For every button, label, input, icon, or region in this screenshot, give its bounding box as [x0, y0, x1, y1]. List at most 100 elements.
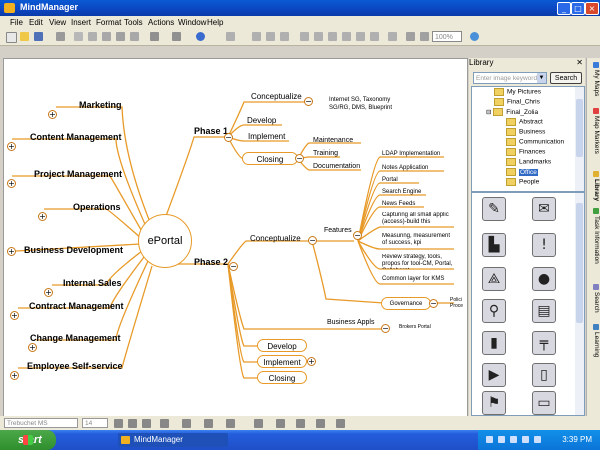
topic-internal-sales[interactable]: Internal Sales — [63, 278, 122, 288]
collapse-icon[interactable]: − — [229, 262, 238, 271]
tree-item[interactable]: ⊟ Final_Zolia — [486, 108, 538, 117]
filter-icon[interactable] — [388, 32, 397, 41]
topic-phase1-conceptualize[interactable]: Conceptualize — [251, 92, 302, 101]
expand-icon[interactable]: + — [307, 357, 316, 366]
tray-icon[interactable] — [486, 436, 493, 443]
feature-item[interactable]: Notes Application — [382, 165, 428, 171]
format-painter-icon[interactable] — [116, 32, 125, 41]
envelope-icon[interactable]: ✉ — [532, 197, 556, 221]
grid-scrollbar[interactable] — [575, 193, 584, 415]
topic-phase2-develop[interactable]: Develop — [257, 339, 307, 352]
subtopic-icon[interactable] — [252, 32, 261, 41]
zoom-in-icon[interactable] — [406, 32, 415, 41]
feature-item[interactable]: Search Engine — [382, 189, 421, 195]
zoom-out-icon[interactable] — [420, 32, 429, 41]
topic-phase2-implement[interactable]: Implement — [257, 355, 307, 368]
tree-item[interactable]: Communication — [506, 138, 564, 146]
topic-contract-management[interactable]: Contract Management — [29, 301, 124, 311]
stapler-icon[interactable]: ▙ — [482, 233, 506, 257]
hyperlink-icon[interactable] — [328, 32, 337, 41]
image-icon[interactable] — [370, 32, 379, 41]
glue-icon[interactable]: ▮ — [482, 331, 506, 355]
expand-icon[interactable]: + — [10, 371, 19, 380]
expand-icon[interactable]: + — [48, 110, 57, 119]
feature-item[interactable]: Portal — [382, 177, 398, 183]
feature-item[interactable]: Capturing all small applic (access)-buil… — [382, 212, 454, 227]
web-icon[interactable] — [470, 32, 479, 41]
tab-learning[interactable]: Learning — [588, 324, 600, 357]
menu-format[interactable]: Format — [96, 18, 121, 27]
relationship-icon[interactable] — [314, 32, 323, 41]
boundary-icon[interactable] — [300, 32, 309, 41]
tree-item-selected[interactable]: Office — [506, 168, 538, 176]
tree-item[interactable]: Business — [506, 128, 545, 136]
feature-item[interactable]: Common layer for KMS — [382, 276, 444, 282]
help-icon[interactable] — [196, 32, 205, 41]
compass-icon[interactable]: ⟁ — [482, 267, 506, 291]
map-canvas[interactable]: ePortal Marketing + Content Management +… — [3, 58, 468, 418]
lamp-icon[interactable]: ⚑ — [482, 391, 506, 415]
expand-icon[interactable]: + — [7, 247, 16, 256]
cut-icon[interactable] — [74, 32, 83, 41]
undo-icon[interactable] — [150, 32, 159, 41]
menu-window[interactable]: Window — [178, 18, 206, 27]
menu-view[interactable]: View — [49, 18, 66, 27]
globe-icon[interactable]: ● — [532, 267, 556, 291]
calendar-icon[interactable]: ▤ — [532, 299, 556, 323]
connector-icon[interactable] — [336, 419, 345, 428]
topic-business-development[interactable]: Business Development — [24, 245, 123, 255]
tree-item[interactable]: Final_Chris — [494, 98, 540, 106]
expand-icon[interactable]: + — [28, 343, 37, 352]
start-button[interactable]: start — [0, 430, 56, 450]
callout-icon[interactable] — [266, 32, 275, 41]
delete-icon[interactable] — [130, 32, 139, 41]
save-icon[interactable] — [34, 32, 43, 41]
tray-icon[interactable] — [534, 436, 541, 443]
copy-icon[interactable] — [88, 32, 97, 41]
topic-phase1[interactable]: Phase 1 — [194, 126, 228, 136]
expand-icon[interactable]: + — [44, 288, 53, 297]
pen-icon[interactable]: ✎ — [482, 197, 506, 221]
topic-governance[interactable]: Governance — [381, 297, 431, 310]
tab-map-markers[interactable]: Map Markers — [588, 108, 600, 154]
menu-insert[interactable]: Insert — [71, 18, 91, 27]
menu-file[interactable]: File — [10, 18, 23, 27]
maximize-button[interactable]: □ — [571, 2, 585, 15]
topic-shape-icon[interactable] — [254, 419, 263, 428]
align-icon[interactable] — [160, 419, 169, 428]
tree-item[interactable]: Finances — [506, 148, 545, 156]
topic-brokers-portal[interactable]: Brokers Portal — [399, 324, 431, 330]
tray-icon[interactable] — [510, 436, 517, 443]
governance-note[interactable]: Polici Proce — [450, 297, 466, 309]
topic-training[interactable]: Training — [313, 150, 338, 157]
tab-library[interactable]: Library — [588, 171, 600, 201]
topic-operations[interactable]: Operations — [73, 202, 121, 212]
tray-icon[interactable] — [522, 436, 529, 443]
glass-icon[interactable]: ▯ — [532, 363, 556, 387]
tab-search[interactable]: Search — [588, 284, 600, 313]
topic-phase2-conceptualize[interactable]: Conceptualize — [250, 234, 301, 243]
expand-icon[interactable]: + — [7, 179, 16, 188]
search-input[interactable]: Enter image keyword — [473, 72, 547, 84]
menu-tools[interactable]: Tools — [124, 18, 143, 27]
insert-topic-icon[interactable] — [226, 32, 235, 41]
print-icon[interactable] — [56, 32, 65, 41]
zoom-select[interactable]: 100% — [432, 31, 462, 42]
collapse-icon[interactable]: − — [429, 299, 438, 308]
topic-change-management[interactable]: Change Management — [30, 333, 121, 343]
font-color-icon[interactable] — [182, 419, 191, 428]
taskbar-item-mindmanager[interactable]: MindManager — [118, 433, 228, 447]
expand-icon[interactable]: + — [38, 212, 47, 221]
line-width-icon[interactable] — [316, 419, 325, 428]
expand-icon[interactable]: + — [10, 311, 19, 320]
topic-phase2[interactable]: Phase 2 — [194, 257, 228, 267]
tab-my-maps[interactable]: My Maps — [588, 62, 600, 96]
tree-item[interactable]: Landmarks — [506, 158, 551, 166]
close-button[interactable]: × — [585, 2, 599, 15]
topic-maintenance[interactable]: Maintenance — [313, 137, 353, 144]
notes-icon[interactable] — [356, 32, 365, 41]
topic-documentation[interactable]: Documentation — [313, 163, 360, 170]
topic-marketing[interactable]: Marketing — [79, 100, 122, 110]
redo-icon[interactable] — [172, 32, 181, 41]
collapse-icon[interactable]: − — [308, 236, 317, 245]
